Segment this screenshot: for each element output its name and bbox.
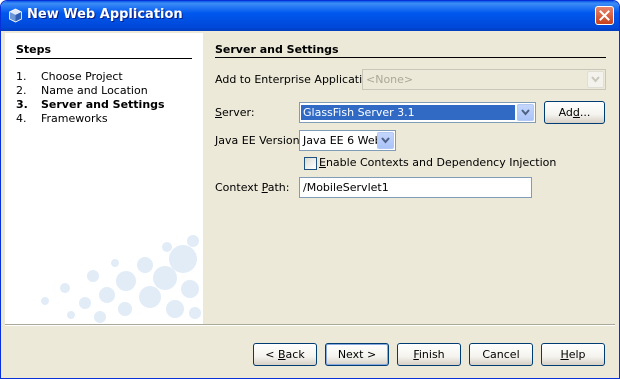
step-label: Server and Settings [41,98,165,111]
enterprise-app-label: Add to Enterprise Application: [215,73,380,86]
step-number: 1. [16,70,27,83]
title-bar[interactable]: New Web Application [1,1,619,31]
next-button[interactable]: Next > [325,343,389,366]
cancel-button[interactable]: Cancel [469,343,533,366]
settings-panel: Server and Settings Add to Enterprise Ap… [204,33,615,324]
server-label: Server: [215,106,255,119]
chevron-down-icon [521,109,530,116]
dropdown-arrow-button[interactable] [377,132,394,149]
chevron-down-icon [591,76,600,83]
window-title: New Web Application [27,7,183,22]
cdi-checkbox[interactable] [304,157,317,170]
context-path-input[interactable]: /MobileServlet1 [299,177,532,198]
server-dropdown[interactable]: GlassFish Server 3.1 [299,102,536,123]
java-ee-dropdown[interactable]: Java EE 6 Web [299,130,396,151]
add-server-button[interactable]: Add... [544,101,605,124]
steps-heading: Steps [16,43,52,56]
context-path-label: Context Path: [215,181,290,194]
steps-divider [16,58,192,59]
step-number: 4. [16,112,27,125]
dialog-window: New Web Application Steps 1. Choose Proj… [0,0,620,379]
step-number: 3. [16,98,28,111]
enterprise-app-value: <None> [366,73,414,86]
panel-title: Server and Settings [215,43,339,56]
steps-panel: Steps 1. Choose Project 2. Name and Loca… [5,33,203,324]
java-ee-label: Java EE Version: [215,134,304,147]
panel-divider [215,57,606,58]
step-label: Choose Project [41,70,123,83]
server-value: GlassFish Server 3.1 [303,106,415,119]
java-ee-value: Java EE 6 Web [303,134,382,147]
step-number: 2. [16,84,27,97]
netbeans-cube-icon [9,8,22,23]
close-button[interactable] [595,6,614,25]
step-label: Frameworks [41,112,108,125]
dropdown-arrow-button[interactable] [517,104,534,121]
footer-divider-highlight [5,325,615,326]
help-button[interactable]: Help [541,343,605,366]
enterprise-app-dropdown[interactable]: <None> [362,69,606,90]
finish-button[interactable]: Finish [397,343,461,366]
close-icon [599,10,610,21]
step-label: Name and Location [41,84,148,97]
context-path-value: /MobileServlet1 [303,181,389,194]
dropdown-arrow-button[interactable] [587,71,604,88]
chevron-down-icon [381,137,390,144]
back-button[interactable]: < Back [253,343,317,366]
cdi-label: Enable Contexts and Dependency Injection [319,156,557,169]
